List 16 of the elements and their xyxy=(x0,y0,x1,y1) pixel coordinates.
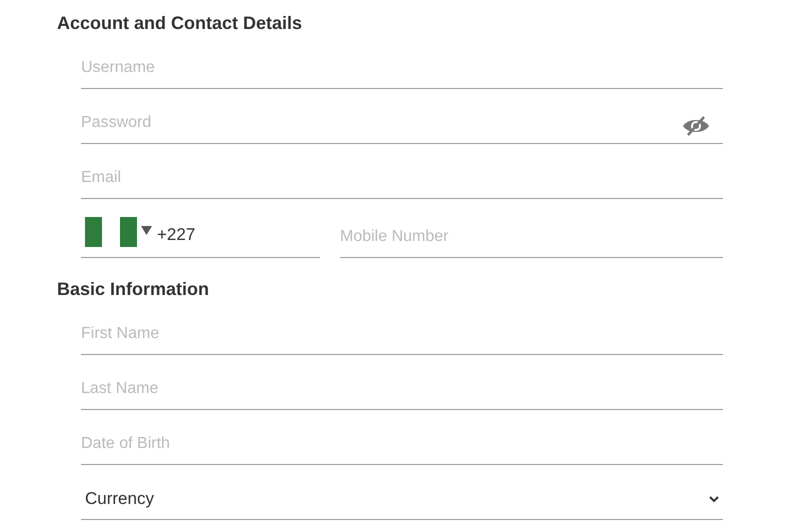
section-heading: Basic Information xyxy=(57,278,210,300)
dial-code: +227 xyxy=(157,224,196,246)
flag-icon xyxy=(85,217,137,247)
text-field[interactable]: Username xyxy=(81,34,723,88)
text-field[interactable]: Date of Birth xyxy=(81,410,723,464)
currency-select[interactable]: Currency xyxy=(81,465,723,520)
text-field[interactable]: Last Name xyxy=(81,355,723,409)
dropdown-triangle-icon xyxy=(141,226,152,235)
eye-slash-icon[interactable] xyxy=(681,115,711,137)
section-heading: Account and Contact Details xyxy=(57,12,304,34)
text-field[interactable]: First Name xyxy=(81,300,723,354)
country-code-select[interactable]: +227 xyxy=(81,199,320,258)
text-field[interactable]: Email xyxy=(81,144,723,198)
password-field[interactable]: Password xyxy=(81,89,723,143)
mobile-number-field[interactable]: Mobile Number xyxy=(340,199,723,257)
chevron-down-icon xyxy=(709,496,719,503)
